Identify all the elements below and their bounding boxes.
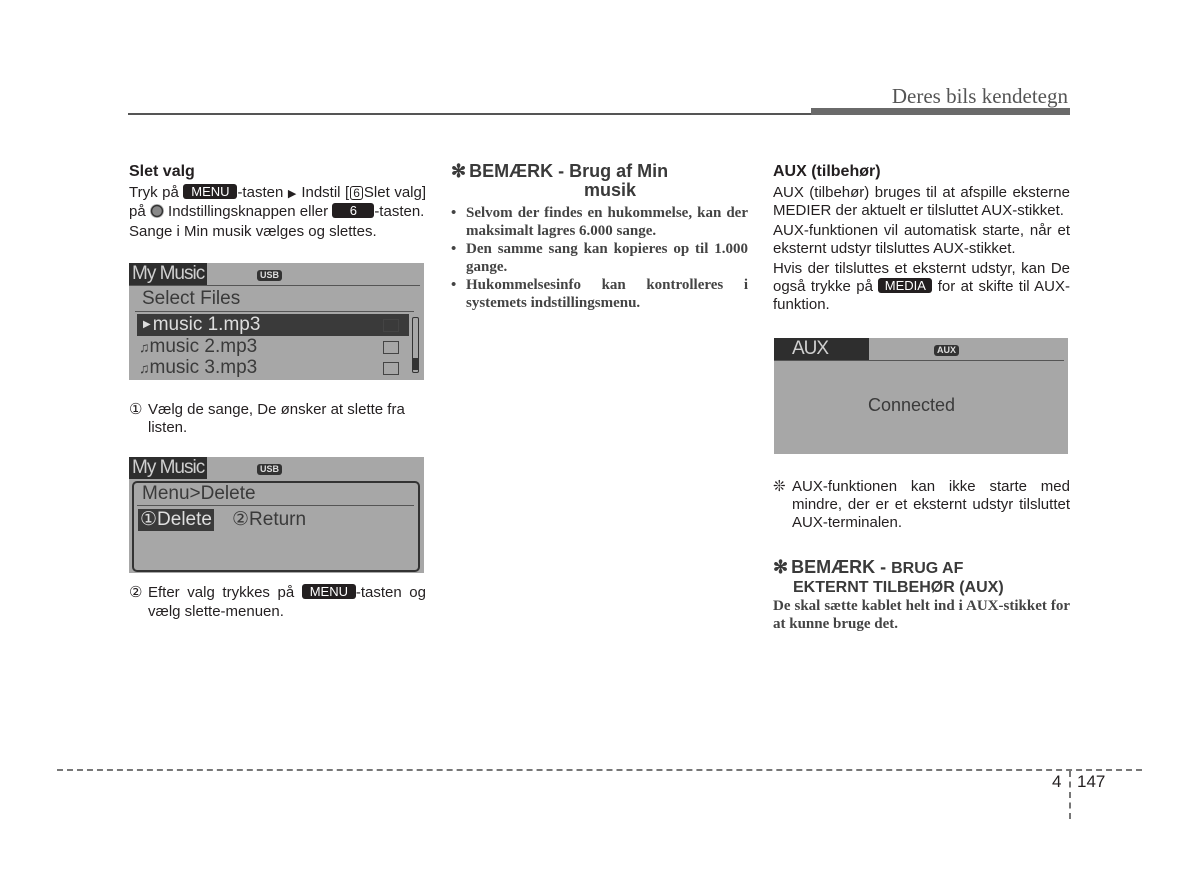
dialog-breadcrumb: Menu>Delete: [142, 483, 256, 504]
footer-rule: [57, 769, 1142, 771]
paragraph: AUX-funktionen vil automatisk starte, nå…: [773, 222, 1070, 257]
note-heading: ✻ BEMÆRK - Brug af Min: [451, 161, 669, 181]
step-1: ① Vælg de sange, De ønsker at slette fra…: [129, 401, 426, 437]
media-key-label: MEDIA: [878, 278, 933, 293]
screen-title: My Music: [129, 263, 208, 285]
header-rule-accent: [811, 108, 1070, 115]
section-heading: AUX (tilbehør): [773, 163, 881, 180]
aux-badge: AUX: [934, 345, 960, 356]
note-bullet-list: • Selvom der findes en hukommelse, kan de…: [451, 204, 748, 312]
page-number: 147: [1077, 772, 1106, 791]
note-star-icon: ✻: [773, 557, 789, 577]
play-icon: ▶: [143, 319, 151, 330]
usb-badge: USB: [257, 464, 283, 475]
file-checkbox[interactable]: [383, 341, 399, 354]
step-text: Vælg de sange, De ønsker at slette fra l…: [148, 401, 405, 436]
return-option[interactable]: ②Return: [232, 509, 306, 531]
arrow-right-icon: ▶: [287, 188, 297, 200]
screen-subtitle: Select Files: [142, 288, 241, 309]
note-heading-line2: musik: [584, 180, 637, 200]
number-6-icon: 6: [350, 186, 363, 200]
section-heading: Slet valg: [129, 163, 195, 180]
column-delete-selection: Slet valg Tryk på MENU -tasten ▶ Indstil …: [129, 162, 426, 241]
key-6-label: 6: [332, 203, 375, 218]
file-row[interactable]: ▶ music 1.mp3: [137, 314, 409, 336]
aux-footnote: ❊ AUX-funktionen kan ikke starte med min…: [773, 478, 1070, 531]
lcd-delete-menu-screen: My Music USB Menu>Delete ①Delete ②Return: [129, 457, 424, 573]
screen-title: My Music: [129, 457, 208, 479]
column-note-my-music: ✻ BEMÆRK - Brug af Min musik • Selvom der …: [451, 162, 748, 312]
column-aux: AUX (tilbehør) AUX (tilbehør) bruges til…: [773, 162, 1070, 314]
footnote-mark-icon: ❊: [773, 478, 786, 495]
file-row[interactable]: ♫music 3.mp3: [139, 357, 257, 379]
running-header-title: Deres bils kendetegn: [891, 84, 1068, 108]
usb-badge: USB: [257, 270, 283, 281]
chapter-number: 4: [1052, 772, 1062, 791]
scrollbar[interactable]: [412, 317, 419, 373]
lcd-select-files-screen: My Music USB Select Files ▶ music 1.mp3 ♫…: [129, 263, 424, 380]
note-text: De skal sætte kablet helt ind i AUX-stik…: [773, 598, 1070, 632]
list-item: • Selvom der findes en hukommelse, kan de…: [451, 205, 748, 239]
music-note-icon: ♫: [139, 360, 150, 376]
list-item: • Hukommelsesinfo kan kontrolleres i syst…: [451, 277, 748, 311]
file-checkbox[interactable]: [383, 362, 399, 375]
step-2: ② Efter valg trykkes på MENU -tasten og v…: [129, 584, 426, 620]
step-number: ①: [129, 401, 143, 418]
file-checkbox[interactable]: [383, 319, 399, 332]
instruction-paragraph: Tryk på MENU -tasten ▶ Indstil [6 Slet val…: [129, 184, 427, 220]
step-number: ②: [129, 584, 143, 601]
menu-key-label: MENU: [183, 184, 238, 199]
header-rule: [128, 113, 818, 115]
delete-option[interactable]: ①Delete: [138, 509, 214, 531]
note-star-icon: ✻: [451, 161, 467, 181]
connection-status: Connected: [868, 395, 956, 415]
scrollbar-thumb[interactable]: [413, 358, 418, 370]
footer-divider: [1069, 771, 1071, 819]
description-line: Sange i Min musik vælges og slettes.: [129, 223, 377, 240]
paragraph: Hvis der tilsluttes et eksternt udstyr, …: [773, 260, 1071, 313]
music-note-icon: ♫: [139, 339, 150, 355]
file-row[interactable]: ♫music 2.mp3: [139, 336, 257, 358]
list-item: • Den samme sang kan kopieres op til 1.00…: [451, 241, 748, 275]
menu-key-label: MENU: [301, 584, 356, 599]
paragraph: AUX (tilbehør) bruges til at afspille ek…: [773, 184, 1070, 219]
lcd-aux-screen: AUX AUX Connected: [774, 338, 1068, 454]
note-external-accessory: ✻ BEMÆRK - BRUG AF EKTERNT TILBEHØR (AUX)…: [773, 557, 1070, 633]
screen-title: AUX: [774, 338, 869, 360]
tune-knob-icon: [149, 204, 164, 218]
